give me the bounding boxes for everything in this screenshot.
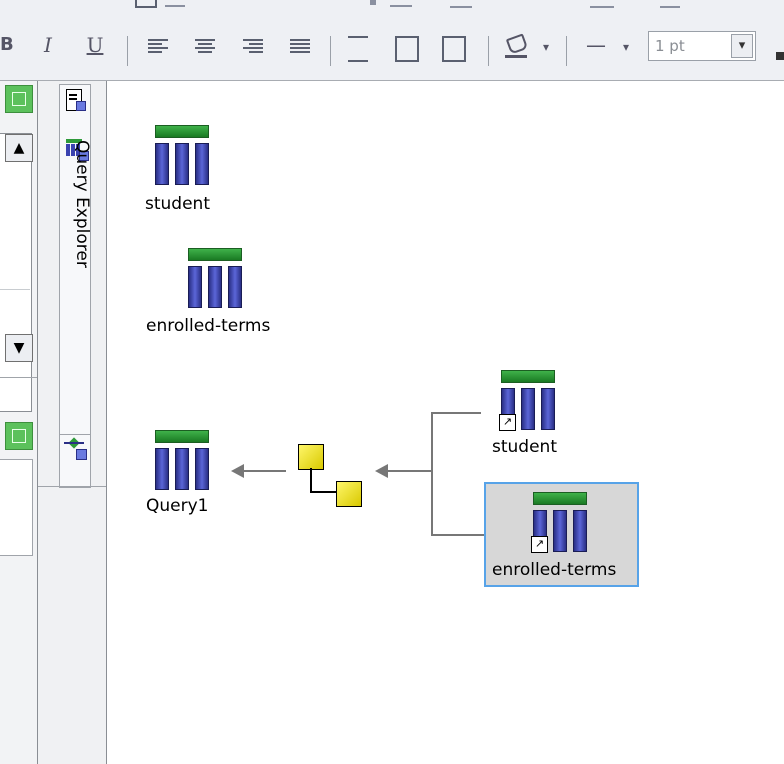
connector-arrowhead <box>231 464 244 478</box>
connector-line <box>431 534 486 536</box>
panel-list <box>0 171 30 290</box>
valign-middle-icon[interactable] <box>395 36 419 62</box>
strip-divider <box>38 486 106 487</box>
fill-color-icon[interactable] <box>505 33 529 58</box>
toolbar-separator <box>488 36 489 66</box>
align-center-icon[interactable] <box>195 37 215 57</box>
toolbar-overflow[interactable] <box>776 52 784 60</box>
toolbar-top-button[interactable] <box>590 0 614 8</box>
line-width-dropdown[interactable]: ▾ <box>731 34 753 58</box>
toolbar-top-button[interactable] <box>165 0 185 7</box>
toolbar-top-button[interactable] <box>660 0 680 8</box>
align-justify-icon[interactable] <box>290 37 310 57</box>
diagram-icon <box>64 437 87 461</box>
query1-label[interactable]: Query1 <box>146 496 208 516</box>
panel-restore-button[interactable] <box>5 422 33 450</box>
connector-line <box>431 412 481 414</box>
align-right-icon[interactable] <box>243 37 263 57</box>
panel-restore-button[interactable] <box>5 85 33 113</box>
toolbar-separator <box>330 36 331 66</box>
bold-button[interactable]: B <box>0 34 14 56</box>
fill-color-dropdown[interactable]: ▾ <box>540 36 552 58</box>
query1-icon[interactable] <box>153 430 209 498</box>
italic-button[interactable]: I <box>38 34 58 56</box>
toolbar-top-button[interactable] <box>450 0 472 8</box>
connector-line <box>388 470 433 472</box>
panel-divider <box>0 377 37 378</box>
toolbar-separator <box>566 36 567 66</box>
table-student-icon[interactable] <box>153 125 209 193</box>
toolbar-top-button[interactable] <box>135 0 157 8</box>
toolbar-separator <box>127 36 128 66</box>
connector-line <box>244 470 286 472</box>
left-panel: ▲ ▼ <box>0 81 38 764</box>
formatting-toolbar: B I U ▾ — ▾ 1 pt ▾ <box>0 22 784 81</box>
valign-top-icon[interactable] <box>348 36 368 62</box>
line-style-dropdown[interactable]: ▾ <box>620 36 632 58</box>
source-student-icon[interactable]: ↗ <box>499 370 555 438</box>
join-node-link <box>310 491 336 493</box>
source-enrolled-terms-label[interactable]: enrolled-terms <box>492 560 616 580</box>
connector-arrowhead <box>375 464 388 478</box>
join-node-square[interactable] <box>298 444 324 470</box>
scroll-down-button[interactable]: ▼ <box>5 334 33 362</box>
underline-button[interactable]: U <box>85 34 105 56</box>
table-enrolled-terms-icon[interactable] <box>186 248 242 316</box>
join-node-link <box>310 468 312 492</box>
query-explorer-label[interactable]: Query Explorer <box>58 140 92 340</box>
toolbar-top <box>0 0 784 22</box>
line-style-button[interactable]: — <box>578 34 614 56</box>
table-student-label[interactable]: student <box>145 194 210 214</box>
document-icon[interactable] <box>66 89 86 111</box>
connector-bracket <box>431 412 433 536</box>
align-left-icon[interactable] <box>148 37 168 57</box>
line-width-select[interactable]: 1 pt ▾ <box>648 31 756 61</box>
source-enrolled-terms-icon[interactable]: ↗ <box>531 492 587 560</box>
join-node-square[interactable] <box>336 481 362 507</box>
line-width-value: 1 pt <box>655 37 685 55</box>
source-student-label[interactable]: student <box>492 437 557 457</box>
toolbar-top-button[interactable] <box>370 0 376 5</box>
valign-bottom-icon[interactable] <box>442 36 466 62</box>
shortcut-arrow-icon: ↗ <box>499 414 516 431</box>
panel-list <box>0 459 33 556</box>
scroll-up-button[interactable]: ▲ <box>5 134 33 162</box>
shortcut-arrow-icon: ↗ <box>531 536 548 553</box>
table-enrolled-terms-label[interactable]: enrolled-terms <box>146 316 270 336</box>
toolbar-top-button[interactable] <box>390 0 412 7</box>
